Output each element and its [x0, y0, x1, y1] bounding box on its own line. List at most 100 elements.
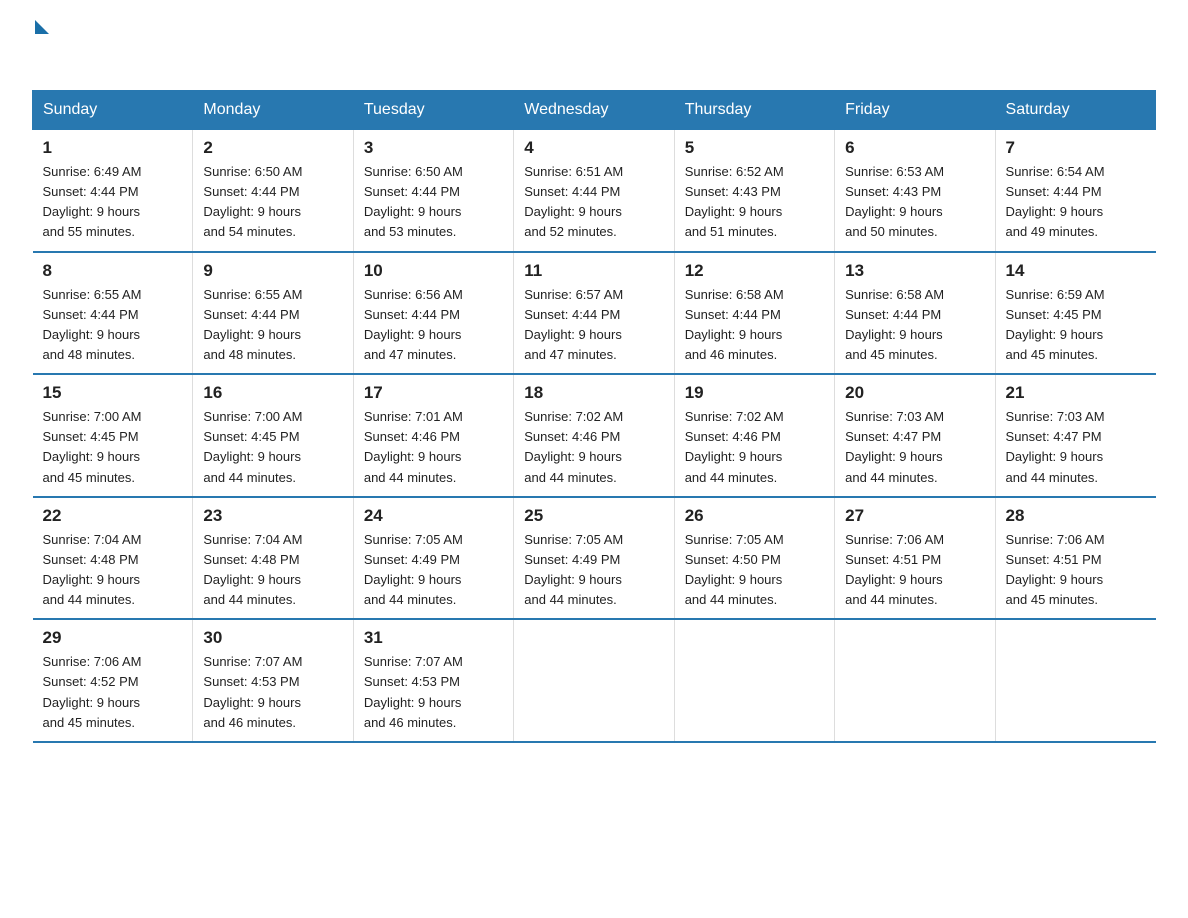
calendar-cell: 10 Sunrise: 6:56 AM Sunset: 4:44 PM Dayl… — [353, 252, 513, 375]
day-info: Sunrise: 6:55 AM Sunset: 4:44 PM Dayligh… — [43, 285, 183, 366]
day-info: Sunrise: 7:00 AM Sunset: 4:45 PM Dayligh… — [43, 407, 183, 488]
calendar-cell: 1 Sunrise: 6:49 AM Sunset: 4:44 PM Dayli… — [33, 130, 193, 252]
calendar-cell: 26 Sunrise: 7:05 AM Sunset: 4:50 PM Dayl… — [674, 497, 834, 620]
day-info: Sunrise: 7:01 AM Sunset: 4:46 PM Dayligh… — [364, 407, 503, 488]
day-number: 18 — [524, 383, 663, 403]
day-info: Sunrise: 7:02 AM Sunset: 4:46 PM Dayligh… — [524, 407, 663, 488]
calendar-table: SundayMondayTuesdayWednesdayThursdayFrid… — [32, 90, 1156, 743]
week-row-4: 22 Sunrise: 7:04 AM Sunset: 4:48 PM Dayl… — [33, 497, 1156, 620]
calendar-cell: 7 Sunrise: 6:54 AM Sunset: 4:44 PM Dayli… — [995, 130, 1155, 252]
calendar-cell: 9 Sunrise: 6:55 AM Sunset: 4:44 PM Dayli… — [193, 252, 353, 375]
day-info: Sunrise: 6:54 AM Sunset: 4:44 PM Dayligh… — [1006, 162, 1146, 243]
calendar-cell — [674, 619, 834, 742]
calendar-cell: 29 Sunrise: 7:06 AM Sunset: 4:52 PM Dayl… — [33, 619, 193, 742]
day-info: Sunrise: 6:58 AM Sunset: 4:44 PM Dayligh… — [845, 285, 984, 366]
day-number: 7 — [1006, 138, 1146, 158]
day-number: 3 — [364, 138, 503, 158]
calendar-cell: 27 Sunrise: 7:06 AM Sunset: 4:51 PM Dayl… — [835, 497, 995, 620]
calendar-cell: 15 Sunrise: 7:00 AM Sunset: 4:45 PM Dayl… — [33, 374, 193, 497]
header-day-saturday: Saturday — [995, 91, 1155, 130]
calendar-cell: 31 Sunrise: 7:07 AM Sunset: 4:53 PM Dayl… — [353, 619, 513, 742]
header-day-monday: Monday — [193, 91, 353, 130]
day-info: Sunrise: 7:06 AM Sunset: 4:51 PM Dayligh… — [1006, 530, 1146, 611]
day-number: 25 — [524, 506, 663, 526]
calendar-cell: 23 Sunrise: 7:04 AM Sunset: 4:48 PM Dayl… — [193, 497, 353, 620]
day-info: Sunrise: 7:07 AM Sunset: 4:53 PM Dayligh… — [203, 652, 342, 733]
logo — [32, 24, 49, 66]
day-info: Sunrise: 7:06 AM Sunset: 4:51 PM Dayligh… — [845, 530, 984, 611]
logo-arrow-icon — [35, 20, 49, 34]
day-number: 22 — [43, 506, 183, 526]
day-number: 26 — [685, 506, 824, 526]
day-info: Sunrise: 6:52 AM Sunset: 4:43 PM Dayligh… — [685, 162, 824, 243]
calendar-cell: 22 Sunrise: 7:04 AM Sunset: 4:48 PM Dayl… — [33, 497, 193, 620]
calendar-header: SundayMondayTuesdayWednesdayThursdayFrid… — [33, 91, 1156, 130]
calendar-cell: 17 Sunrise: 7:01 AM Sunset: 4:46 PM Dayl… — [353, 374, 513, 497]
day-number: 17 — [364, 383, 503, 403]
header-day-thursday: Thursday — [674, 91, 834, 130]
day-number: 30 — [203, 628, 342, 648]
day-number: 24 — [364, 506, 503, 526]
header-day-sunday: Sunday — [33, 91, 193, 130]
day-info: Sunrise: 7:04 AM Sunset: 4:48 PM Dayligh… — [203, 530, 342, 611]
page-header — [32, 24, 1156, 66]
day-number: 6 — [845, 138, 984, 158]
day-number: 27 — [845, 506, 984, 526]
day-number: 8 — [43, 261, 183, 281]
week-row-3: 15 Sunrise: 7:00 AM Sunset: 4:45 PM Dayl… — [33, 374, 1156, 497]
day-number: 1 — [43, 138, 183, 158]
header-day-tuesday: Tuesday — [353, 91, 513, 130]
calendar-cell: 4 Sunrise: 6:51 AM Sunset: 4:44 PM Dayli… — [514, 130, 674, 252]
calendar-cell: 13 Sunrise: 6:58 AM Sunset: 4:44 PM Dayl… — [835, 252, 995, 375]
calendar-cell — [835, 619, 995, 742]
day-info: Sunrise: 6:50 AM Sunset: 4:44 PM Dayligh… — [203, 162, 342, 243]
day-number: 12 — [685, 261, 824, 281]
day-number: 14 — [1006, 261, 1146, 281]
week-row-5: 29 Sunrise: 7:06 AM Sunset: 4:52 PM Dayl… — [33, 619, 1156, 742]
day-number: 5 — [685, 138, 824, 158]
calendar-cell: 19 Sunrise: 7:02 AM Sunset: 4:46 PM Dayl… — [674, 374, 834, 497]
day-number: 4 — [524, 138, 663, 158]
day-number: 15 — [43, 383, 183, 403]
day-number: 20 — [845, 383, 984, 403]
header-day-friday: Friday — [835, 91, 995, 130]
day-number: 28 — [1006, 506, 1146, 526]
calendar-cell: 16 Sunrise: 7:00 AM Sunset: 4:45 PM Dayl… — [193, 374, 353, 497]
day-info: Sunrise: 6:55 AM Sunset: 4:44 PM Dayligh… — [203, 285, 342, 366]
calendar-cell: 5 Sunrise: 6:52 AM Sunset: 4:43 PM Dayli… — [674, 130, 834, 252]
day-info: Sunrise: 7:03 AM Sunset: 4:47 PM Dayligh… — [1006, 407, 1146, 488]
day-info: Sunrise: 6:56 AM Sunset: 4:44 PM Dayligh… — [364, 285, 503, 366]
day-info: Sunrise: 6:59 AM Sunset: 4:45 PM Dayligh… — [1006, 285, 1146, 366]
day-info: Sunrise: 7:07 AM Sunset: 4:53 PM Dayligh… — [364, 652, 503, 733]
header-day-wednesday: Wednesday — [514, 91, 674, 130]
calendar-cell — [995, 619, 1155, 742]
day-info: Sunrise: 7:03 AM Sunset: 4:47 PM Dayligh… — [845, 407, 984, 488]
calendar-cell: 6 Sunrise: 6:53 AM Sunset: 4:43 PM Dayli… — [835, 130, 995, 252]
calendar-cell: 25 Sunrise: 7:05 AM Sunset: 4:49 PM Dayl… — [514, 497, 674, 620]
day-number: 10 — [364, 261, 503, 281]
calendar-cell: 11 Sunrise: 6:57 AM Sunset: 4:44 PM Dayl… — [514, 252, 674, 375]
calendar-cell: 30 Sunrise: 7:07 AM Sunset: 4:53 PM Dayl… — [193, 619, 353, 742]
day-number: 19 — [685, 383, 824, 403]
day-info: Sunrise: 7:05 AM Sunset: 4:49 PM Dayligh… — [364, 530, 503, 611]
calendar-cell: 21 Sunrise: 7:03 AM Sunset: 4:47 PM Dayl… — [995, 374, 1155, 497]
calendar-cell — [514, 619, 674, 742]
day-number: 9 — [203, 261, 342, 281]
day-info: Sunrise: 6:57 AM Sunset: 4:44 PM Dayligh… — [524, 285, 663, 366]
day-number: 31 — [364, 628, 503, 648]
header-row: SundayMondayTuesdayWednesdayThursdayFrid… — [33, 91, 1156, 130]
calendar-body: 1 Sunrise: 6:49 AM Sunset: 4:44 PM Dayli… — [33, 130, 1156, 742]
day-number: 29 — [43, 628, 183, 648]
day-info: Sunrise: 6:51 AM Sunset: 4:44 PM Dayligh… — [524, 162, 663, 243]
calendar-cell: 20 Sunrise: 7:03 AM Sunset: 4:47 PM Dayl… — [835, 374, 995, 497]
week-row-1: 1 Sunrise: 6:49 AM Sunset: 4:44 PM Dayli… — [33, 130, 1156, 252]
day-number: 21 — [1006, 383, 1146, 403]
day-info: Sunrise: 7:04 AM Sunset: 4:48 PM Dayligh… — [43, 530, 183, 611]
calendar-cell: 24 Sunrise: 7:05 AM Sunset: 4:49 PM Dayl… — [353, 497, 513, 620]
day-info: Sunrise: 7:06 AM Sunset: 4:52 PM Dayligh… — [43, 652, 183, 733]
calendar-cell: 12 Sunrise: 6:58 AM Sunset: 4:44 PM Dayl… — [674, 252, 834, 375]
day-info: Sunrise: 7:05 AM Sunset: 4:49 PM Dayligh… — [524, 530, 663, 611]
day-number: 23 — [203, 506, 342, 526]
day-info: Sunrise: 7:02 AM Sunset: 4:46 PM Dayligh… — [685, 407, 824, 488]
day-number: 13 — [845, 261, 984, 281]
